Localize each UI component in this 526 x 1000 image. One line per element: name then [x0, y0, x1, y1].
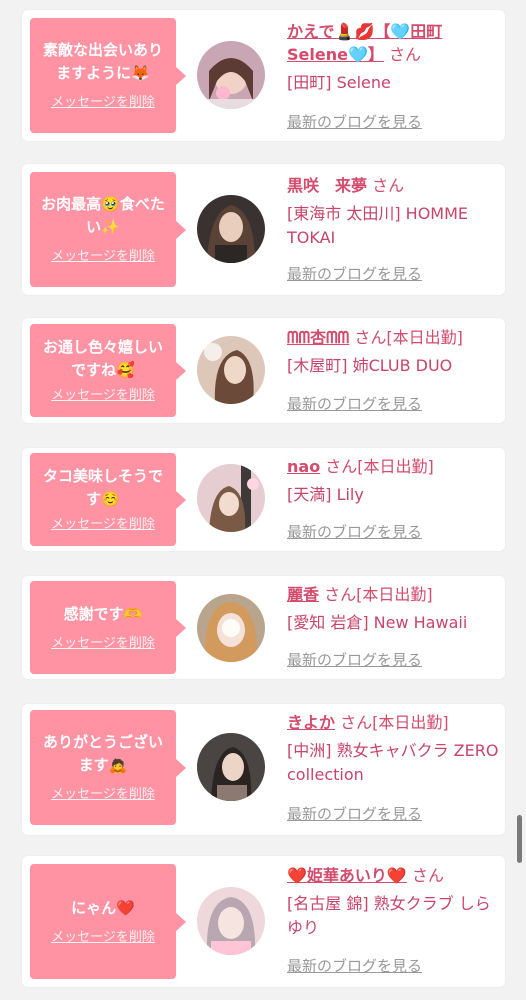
host-info: かえで💄💋【🩵田町Selene🩵】 さん [田町] Selene [287, 20, 499, 95]
host-name-link[interactable]: きよか [287, 713, 335, 732]
message-card: タコ美味しそうです☺️ メッセージを削除 nao さん[本日出勤] [天満] L… [22, 448, 505, 551]
latest-blog-link[interactable]: 最新のブログを見る [287, 649, 422, 670]
host-info: ᗰᗰ杏ᗰᗰ さん[本日出勤] [木屋町] 姉CLUB DUO [287, 326, 499, 378]
avatar[interactable] [197, 594, 265, 662]
message-card: 素敵な出会いありますように🦊 メッセージを削除 かえで💄💋【🩵田町Selene🩵… [22, 10, 505, 141]
message-text: 感謝です🫶 [63, 604, 143, 623]
honorific: さん [340, 713, 373, 732]
latest-blog-link[interactable]: 最新のブログを見る [287, 521, 422, 542]
message-list: 素敵な出会いありますように🦊 メッセージを削除 かえで💄💋【🩵田町Selene🩵… [0, 0, 526, 1000]
delete-message-link[interactable]: メッセージを削除 [51, 384, 155, 403]
shop-name: [中洲] 熟女キャバクラ ZERO collection [287, 741, 499, 784]
shop-name: [名古屋 錦] 熟女クラブ しらゆり [287, 894, 491, 937]
honorific: さん [325, 457, 358, 476]
delete-message-link[interactable]: メッセージを削除 [51, 632, 155, 651]
host-name-link[interactable]: nao [287, 457, 320, 476]
avatar[interactable] [197, 41, 265, 109]
message-card: にゃん❤️ メッセージを削除 ❤️姫華あいり❤️ さん [名古屋 錦] 熟女クラ… [22, 856, 505, 987]
message-text: 素敵な出会いありますように🦊 [42, 41, 163, 82]
message-card: ありがとうございます🙇 メッセージを削除 きよか さん[本日出勤] [中洲] 熟… [22, 704, 505, 835]
avatar[interactable] [197, 336, 265, 404]
message-text: お通し色々嬉しいですね🥰 [42, 338, 163, 379]
latest-blog-link[interactable]: 最新のブログを見る [287, 111, 422, 132]
shop-name: [木屋町] 姉CLUB DUO [287, 356, 453, 375]
host-name-link[interactable]: ❤️姫華あいり❤️ [287, 866, 407, 885]
avatar[interactable] [197, 887, 265, 955]
message-bubble: タコ美味しそうです☺️ メッセージを削除 [30, 453, 186, 546]
shop-name: [天満] Lily [287, 485, 364, 504]
honorific: さん [372, 176, 405, 195]
message-text: お肉最高🥹食べたい✨ [41, 195, 165, 236]
latest-blog-link[interactable]: 最新のブログを見る [287, 393, 422, 414]
message-bubble: ありがとうございます🙇 メッセージを削除 [30, 710, 186, 825]
delete-message-link[interactable]: メッセージを削除 [51, 245, 155, 264]
message-text: ありがとうございます🙇 [42, 733, 163, 774]
message-text: タコ美味しそうです☺️ [42, 467, 163, 508]
host-info: 麗香 さん[本日出勤] [愛知 岩倉] New Hawaii [287, 583, 499, 635]
message-card: お肉最高🥹食べたい✨ メッセージを削除 黒咲 来夢 さん [東海市 太田川] H… [22, 164, 505, 295]
scrollbar-thumb[interactable] [517, 815, 522, 863]
avatar[interactable] [197, 464, 265, 532]
message-bubble: お通し色々嬉しいですね🥰 メッセージを削除 [30, 324, 186, 417]
host-name-link[interactable]: 麗香 [287, 585, 319, 604]
delete-message-link[interactable]: メッセージを削除 [51, 513, 155, 532]
shop-name: [東海市 太田川] HOMME TOKAI [287, 204, 469, 247]
work-status: [本日出勤] [356, 585, 433, 604]
avatar[interactable] [197, 733, 265, 801]
latest-blog-link[interactable]: 最新のブログを見る [287, 263, 422, 284]
host-name-link[interactable]: ᗰᗰ杏ᗰᗰ [287, 328, 349, 347]
delete-message-link[interactable]: メッセージを削除 [51, 91, 155, 110]
host-info: nao さん[本日出勤] [天満] Lily [287, 455, 499, 507]
work-status: [本日出勤] [357, 457, 434, 476]
host-name-link[interactable]: 黒咲 来夢 [287, 176, 367, 195]
honorific: さん [354, 328, 387, 347]
work-status: [本日出勤] [372, 713, 449, 732]
message-bubble: 素敵な出会いありますように🦊 メッセージを削除 [30, 18, 186, 133]
shop-name: [田町] Selene [287, 73, 391, 92]
message-bubble: にゃん❤️ メッセージを削除 [30, 864, 186, 979]
honorific: さん [388, 45, 421, 64]
message-card: お通し色々嬉しいですね🥰 メッセージを削除 ᗰᗰ杏ᗰᗰ さん[本日出勤] [木屋… [22, 318, 505, 423]
message-text: にゃん❤️ [71, 898, 135, 917]
latest-blog-link[interactable]: 最新のブログを見る [287, 803, 422, 824]
honorific: さん [324, 585, 357, 604]
message-bubble: お肉最高🥹食べたい✨ メッセージを削除 [30, 172, 186, 287]
delete-message-link[interactable]: メッセージを削除 [51, 783, 155, 802]
message-bubble: 感謝です🫶 メッセージを削除 [30, 581, 186, 674]
host-info: 黒咲 来夢 さん [東海市 太田川] HOMME TOKAI [287, 174, 499, 250]
message-card: 感謝です🫶 メッセージを削除 麗香 さん[本日出勤] [愛知 岩倉] New H… [22, 576, 505, 679]
shop-name: [愛知 岩倉] New Hawaii [287, 613, 468, 632]
host-info: きよか さん[本日出勤] [中洲] 熟女キャバクラ ZERO collectio… [287, 711, 499, 787]
honorific: さん [411, 866, 444, 885]
work-status: [本日出勤] [386, 328, 463, 347]
delete-message-link[interactable]: メッセージを削除 [51, 926, 155, 945]
host-info: ❤️姫華あいり❤️ さん [名古屋 錦] 熟女クラブ しらゆり [287, 864, 499, 940]
latest-blog-link[interactable]: 最新のブログを見る [287, 955, 422, 976]
avatar[interactable] [197, 195, 265, 263]
